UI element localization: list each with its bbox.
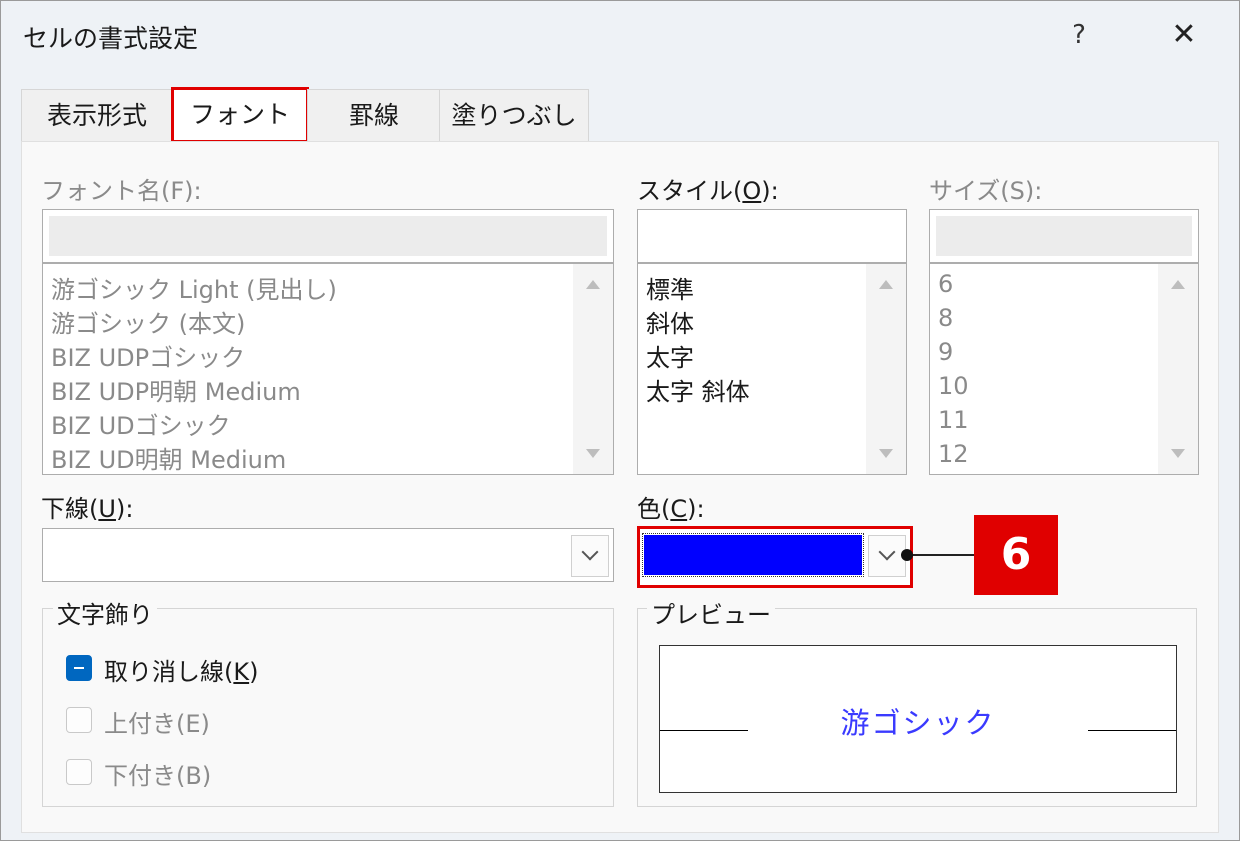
strikethrough-checkbox[interactable] [66, 655, 92, 681]
scroll-down-icon[interactable] [586, 449, 600, 458]
list-item[interactable]: BIZ UD明朝 Medium [51, 440, 286, 475]
preview-group-title: プレビュー [647, 595, 775, 630]
list-item[interactable]: 10 [938, 372, 969, 400]
format-cells-dialog: セルの書式設定 ? ✕ 表示形式 フォント 罫線 塗りつぶし フォント名(F):… [0, 0, 1240, 841]
font-name-input[interactable] [42, 209, 614, 263]
close-button[interactable]: ✕ [1161, 13, 1207, 57]
list-item[interactable]: 8 [938, 304, 953, 332]
font-style-list[interactable]: 標準 斜体 太字 太字 斜体 [637, 263, 907, 475]
list-item[interactable]: 游ゴシック (本文) [51, 304, 245, 339]
font-size-label: サイズ(S): [929, 177, 1043, 205]
step-number-badge: 6 [974, 515, 1058, 595]
superscript-label[interactable]: 上付き(E) [104, 704, 210, 739]
tab-fill[interactable]: 塗りつぶし [439, 89, 589, 142]
effects-group-title: 文字飾り [53, 595, 157, 630]
scroll-up-icon[interactable] [1171, 280, 1185, 289]
tab-number-format[interactable]: 表示形式 [21, 89, 173, 142]
font-size-input[interactable] [929, 209, 1199, 263]
list-item[interactable]: 11 [938, 406, 969, 434]
underline-select[interactable] [42, 528, 614, 582]
font-size-list[interactable]: 6 8 9 10 11 12 [929, 263, 1199, 475]
list-item[interactable]: BIZ UDPゴシック [51, 338, 245, 373]
underline-dropdown-button[interactable] [571, 535, 609, 577]
list-item[interactable]: 6 [938, 270, 953, 298]
scroll-up-icon[interactable] [879, 280, 893, 289]
list-item[interactable]: 太字 [646, 338, 694, 373]
list-item[interactable]: 太字 斜体 [646, 372, 750, 407]
scroll-down-icon[interactable] [879, 449, 893, 458]
strikethrough-label[interactable]: 取り消し線(K) [104, 652, 259, 687]
list-item[interactable]: 斜体 [646, 304, 694, 339]
font-size-value [936, 216, 1192, 256]
callout-dot [901, 549, 913, 561]
preview-text: 游ゴシック [840, 706, 996, 740]
tab-strip: 表示形式 フォント 罫線 塗りつぶし [21, 87, 621, 143]
list-item[interactable]: 9 [938, 338, 953, 366]
subscript-label[interactable]: 下付き(B) [104, 756, 211, 791]
style-list-scrollbar[interactable] [866, 264, 906, 474]
font-style-label: スタイル(O): [637, 177, 779, 205]
font-name-list[interactable]: 游ゴシック Light (見出し) 游ゴシック (本文) BIZ UDPゴシック… [42, 263, 614, 475]
title-bar: セルの書式設定 ? ✕ [1, 1, 1239, 69]
list-item[interactable]: 游ゴシック Light (見出し) [51, 270, 337, 305]
color-label: 色(C): [637, 495, 705, 523]
font-style-input[interactable] [637, 209, 907, 263]
chevron-down-icon [878, 543, 896, 561]
underline-label: 下線(U): [41, 495, 134, 523]
color-select[interactable] [637, 526, 913, 588]
color-swatch [642, 533, 864, 577]
callout-line [907, 554, 975, 556]
size-list-scrollbar[interactable] [1158, 264, 1198, 474]
scroll-up-icon[interactable] [586, 280, 600, 289]
chevron-down-icon [581, 543, 599, 561]
list-item[interactable]: 標準 [646, 270, 694, 305]
font-list-scrollbar[interactable] [573, 264, 613, 474]
preview-box: 游ゴシック [659, 645, 1177, 793]
font-name-value [49, 216, 607, 256]
dialog-title: セルの書式設定 [23, 24, 199, 53]
list-item[interactable]: BIZ UDゴシック [51, 406, 231, 441]
help-button[interactable]: ? [1059, 15, 1099, 55]
tab-border[interactable]: 罫線 [307, 89, 441, 142]
subscript-checkbox[interactable] [66, 759, 92, 785]
font-name-label: フォント名(F): [41, 177, 202, 205]
list-item[interactable]: 12 [938, 440, 969, 468]
tab-font[interactable]: フォント [171, 87, 309, 143]
scroll-down-icon[interactable] [1171, 449, 1185, 458]
list-item[interactable]: BIZ UDP明朝 Medium [51, 372, 301, 407]
superscript-checkbox[interactable] [66, 707, 92, 733]
